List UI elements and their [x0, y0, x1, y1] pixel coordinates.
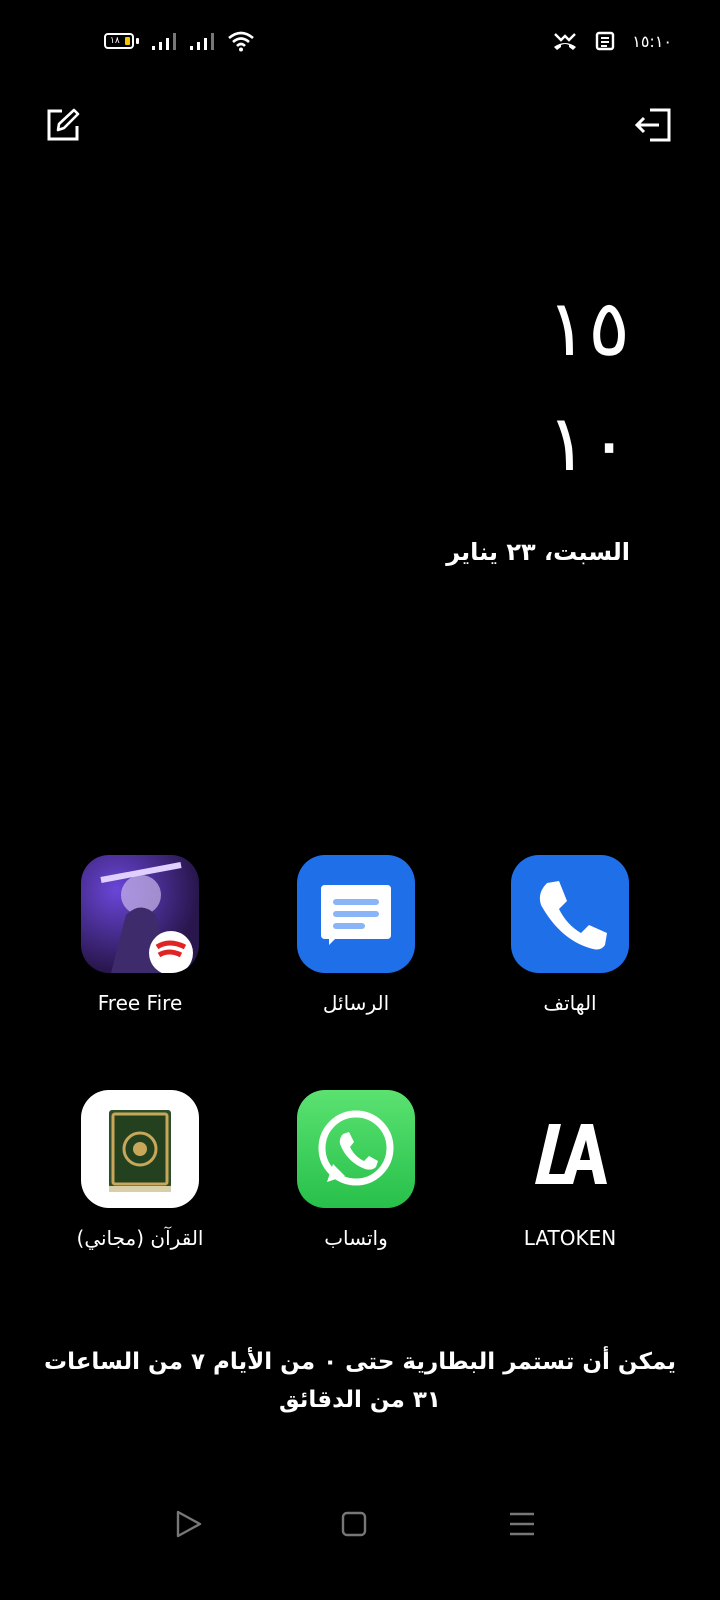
app-latoken[interactable]: LATOKEN [480, 1090, 660, 1250]
quran-icon [81, 1090, 199, 1208]
edit-icon[interactable] [46, 108, 80, 142]
latoken-icon [511, 1090, 629, 1208]
signal-icon [190, 33, 214, 50]
app-label: الرسائل [322, 991, 390, 1015]
battery-tip [136, 38, 139, 44]
wifi-icon [228, 31, 254, 52]
recents-icon[interactable] [506, 1508, 538, 1540]
back-icon[interactable] [172, 1508, 204, 1540]
app-label: الهاتف [543, 991, 597, 1015]
home-icon[interactable] [338, 1508, 370, 1540]
battery-level: ١٨ [110, 36, 120, 46]
battery-icon: ١٨ [104, 33, 134, 49]
app-label: LATOKEN [523, 1226, 617, 1250]
status-bar-right: ١٥:١٠ [552, 30, 672, 52]
missed-call-icon [554, 33, 577, 50]
app-label: واتساب [324, 1226, 388, 1250]
signal-icon [152, 33, 176, 50]
status-time: ١٥:١٠ [632, 31, 672, 51]
clock-minute: ١٠ [546, 399, 630, 489]
notification-icon [596, 31, 615, 51]
app-phone[interactable]: الهاتف [480, 855, 660, 1015]
messages-icon [297, 855, 415, 973]
app-messages[interactable]: الرسائل [266, 855, 446, 1015]
clock-date: السبت، ٢٣ يناير [446, 538, 630, 566]
app-label: القرآن (مجاني) [76, 1226, 204, 1250]
app-quran[interactable]: القرآن (مجاني) [50, 1090, 230, 1250]
free-fire-icon [81, 855, 199, 973]
battery-estimate-text: يمكن أن تستمر البطارية حتى ٠ من الأيام ٧… [43, 1349, 677, 1413]
app-label: Free Fire [97, 991, 183, 1015]
clock-hour: ١٥ [546, 284, 630, 374]
app-free-fire[interactable]: Free Fire [50, 855, 230, 1015]
app-whatsapp[interactable]: واتساب [266, 1090, 446, 1250]
exit-icon[interactable] [634, 108, 672, 142]
status-bar-left: ١٨ [104, 30, 255, 52]
phone-icon [511, 855, 629, 973]
whatsapp-icon [297, 1090, 415, 1208]
